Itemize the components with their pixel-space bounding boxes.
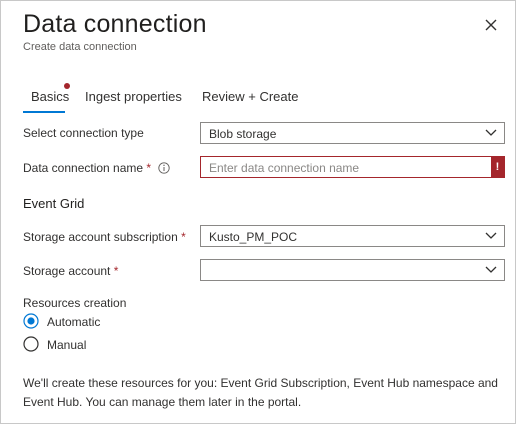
connection-name-label: Data connection name * [23,161,151,175]
radio-manual[interactable] [23,336,39,352]
resources-note: We'll create these resources for you: Ev… [23,376,498,409]
required-mark: * [113,264,119,278]
page-title: Data connection [23,10,207,38]
subscription-dropdown[interactable]: Kusto_PM_POC [200,225,505,247]
required-mark: * [181,230,186,244]
connection-type-label: Select connection type [23,126,144,140]
chevron-down-icon [485,232,497,239]
connection-type-value: Blob storage [209,127,277,141]
close-icon [485,19,497,31]
connection-name-input[interactable]: Enter data connection name ! [200,156,505,178]
tab-ingest-properties[interactable]: Ingest properties [85,89,182,104]
info-icon[interactable] [158,162,170,174]
tab-review-create[interactable]: Review + Create [202,89,298,104]
storage-account-dropdown[interactable] [200,259,505,281]
radio-manual-label[interactable]: Manual [47,338,86,352]
chevron-down-icon [485,266,497,273]
resources-creation-label: Resources creation [23,296,127,310]
radio-automatic-label[interactable]: Automatic [47,315,100,329]
tab-basics[interactable]: Basics [31,89,69,104]
radio-automatic[interactable] [23,313,39,329]
storage-account-label: Storage account * [23,264,118,278]
tab-error-indicator [64,83,70,89]
subscription-label: Storage account subscription * [23,230,186,244]
connection-name-placeholder: Enter data connection name [209,161,360,175]
page-subtitle: Create data connection [23,41,137,53]
close-button[interactable] [481,15,501,35]
storage-account-label-text: Storage account [23,264,111,278]
event-grid-heading: Event Grid [23,196,85,211]
error-icon: ! [491,157,504,177]
chevron-down-icon [485,129,497,136]
tab-active-underline [23,111,65,113]
data-connection-panel: Data connection Create data connection B… [0,0,516,424]
subscription-label-text: Storage account subscription [23,230,178,244]
subscription-value: Kusto_PM_POC [209,230,298,244]
connection-name-label-text: Data connection name [23,161,144,175]
connection-type-dropdown[interactable]: Blob storage [200,122,505,144]
required-mark: * [146,161,152,175]
